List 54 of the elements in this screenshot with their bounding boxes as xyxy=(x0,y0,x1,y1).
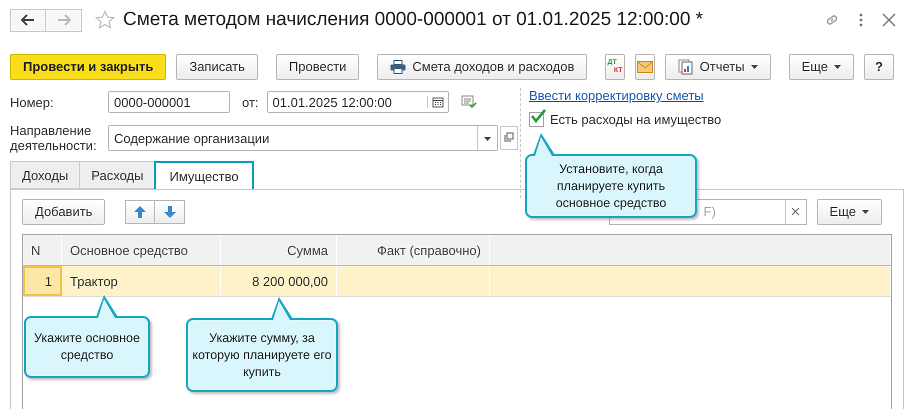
envelope-icon xyxy=(636,60,653,72)
window-title: Смета методом начисления 0000-000001 от 01.01.2025 12:00:00 * xyxy=(123,9,704,31)
down-arrow-icon xyxy=(164,206,176,218)
toolbar-button[interactable]: Провести xyxy=(276,54,360,80)
clear-icon[interactable] xyxy=(792,208,800,215)
table-cell: 1 xyxy=(23,266,62,296)
hint-tooltip: Установите, когда планируете купить основное средство xyxy=(525,133,697,218)
table-row[interactable]: 1 Трактор 8 200 000,00 xyxy=(23,266,891,297)
more-button[interactable]: Еще xyxy=(816,198,882,224)
number-field[interactable]: 0000-000001 xyxy=(108,91,230,113)
back-arrow-icon xyxy=(21,14,35,26)
caret-icon xyxy=(862,210,869,214)
column-header[interactable]: Сумма xyxy=(221,235,337,265)
mail-button[interactable] xyxy=(635,54,655,80)
more-button[interactable]: Еще xyxy=(788,54,854,80)
direction-label: Направление деятельности: xyxy=(10,123,98,153)
date-label: от: xyxy=(242,94,259,110)
document-check-icon[interactable] xyxy=(460,95,477,109)
table-cell: Трактор xyxy=(62,266,221,296)
column-header[interactable]: N xyxy=(23,235,62,265)
hint-tooltip: Укажите сумму, за которую планируете его купить xyxy=(186,297,338,392)
forward-arrow-icon xyxy=(56,14,70,26)
column-header[interactable]: Факт (справочно) xyxy=(337,235,490,265)
close-icon[interactable] xyxy=(882,13,896,27)
caret-icon xyxy=(750,64,758,68)
printer-icon xyxy=(390,60,406,74)
hint-tooltip: Укажите основное средство xyxy=(24,295,150,378)
table-cell: 8 200 000,00 xyxy=(221,266,337,296)
move-up-button[interactable] xyxy=(125,200,156,224)
open-icon[interactable] xyxy=(500,126,518,150)
assets-checkbox-label: Есть расходы на имущество xyxy=(550,112,722,127)
direction-field[interactable]: Содержание организации xyxy=(108,125,498,151)
move-down-button[interactable] xyxy=(155,200,186,224)
up-arrow-icon xyxy=(134,206,146,218)
adjust-estimate-link[interactable]: Ввести корректировку сметы xyxy=(529,88,722,103)
toolbar-button[interactable]: Записать xyxy=(176,54,258,80)
tab[interactable]: Доходы xyxy=(10,161,80,189)
dropdown-icon[interactable] xyxy=(484,137,491,141)
star-icon[interactable] xyxy=(95,10,115,30)
assets-checkbox[interactable] xyxy=(529,112,544,127)
number-label: Номер: xyxy=(10,94,55,110)
report-icon xyxy=(678,58,694,74)
post-and-close-button[interactable]: Провести и закрыть xyxy=(10,54,166,80)
back-button[interactable] xyxy=(10,8,46,32)
print-button[interactable]: Смета доходов и расходов xyxy=(377,54,588,80)
column-header[interactable]: Основное средство xyxy=(62,235,221,265)
date-field[interactable]: 01.01.2025 12:00:00 xyxy=(266,91,449,113)
add-button[interactable]: Добавить xyxy=(22,198,106,224)
toolbar-button[interactable]: ? xyxy=(864,54,894,80)
tab[interactable]: Расходы xyxy=(79,161,156,189)
caret-icon xyxy=(834,64,842,68)
tab[interactable]: Имущество xyxy=(154,161,254,189)
reports-button[interactable]: Отчеты xyxy=(664,54,771,80)
more-icon[interactable] xyxy=(858,12,864,28)
